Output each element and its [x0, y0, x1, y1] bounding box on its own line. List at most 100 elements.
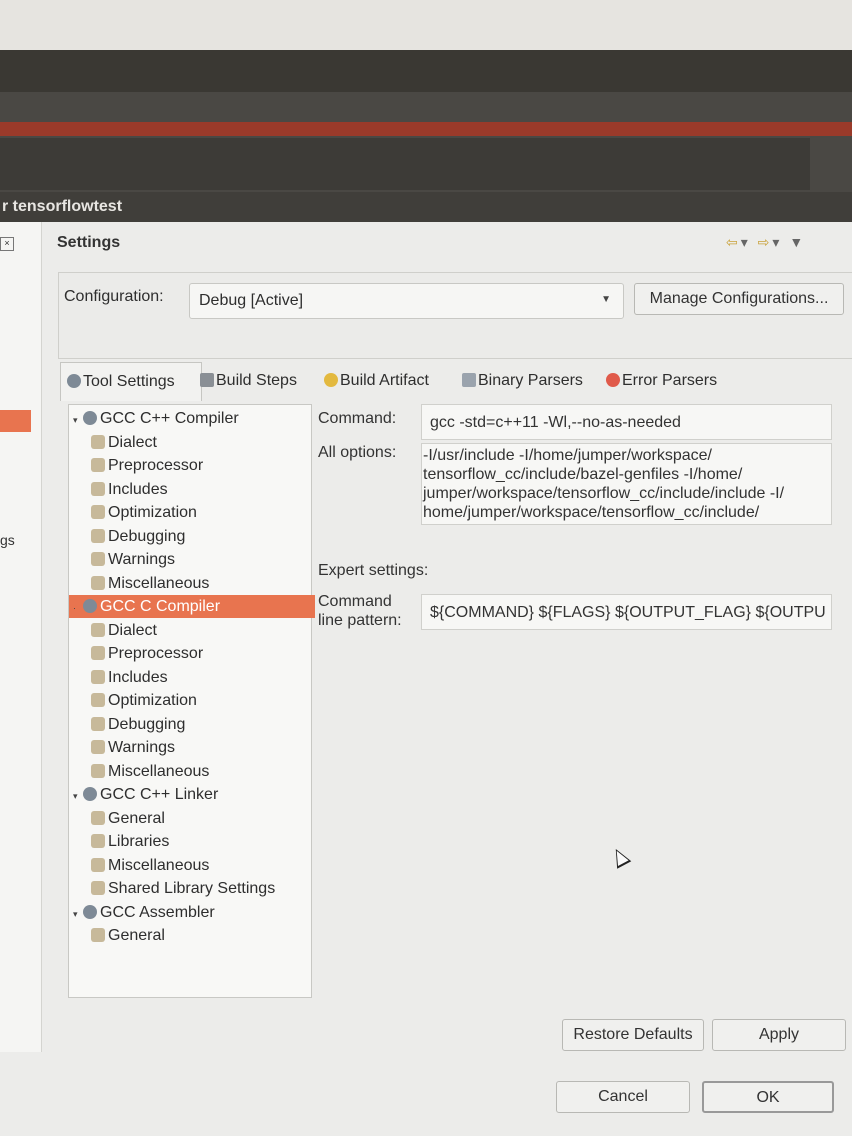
tree-option-item[interactable]: Miscellaneous [69, 572, 333, 595]
manage-configurations-button[interactable]: Manage Configurations... [634, 283, 844, 315]
tree-tool-item[interactable]: · GCC C Compiler [69, 595, 315, 618]
tree-option-item[interactable]: Includes [69, 666, 333, 689]
configuration-select[interactable]: Debug [Active] ▼ [189, 283, 624, 319]
tree-item-label: Dialect [108, 621, 157, 639]
all-options-field[interactable]: -I/usr/include -I/home/jumper/workspace/… [421, 443, 832, 525]
tree-option-item[interactable]: General [69, 924, 333, 947]
tree-option-item[interactable]: Warnings [69, 736, 333, 759]
command-label: Command: [318, 410, 397, 427]
option-page-icon [91, 646, 105, 660]
ok-button[interactable]: OK [702, 1081, 834, 1113]
command-line-pattern-label: Command line pattern: [318, 592, 402, 630]
tab-label: Tool Settings [83, 373, 175, 390]
tree-item-label: Miscellaneous [108, 574, 210, 592]
option-page-icon [91, 810, 105, 825]
tree-item-label: Dialect [108, 433, 157, 451]
expand-chevron-icon[interactable]: ▾ [73, 409, 83, 432]
tab-build-steps[interactable]: Build Steps [200, 362, 318, 400]
tree-tool-item[interactable]: ▾ GCC C++ Compiler [69, 407, 315, 430]
apply-button[interactable]: Apply [712, 1019, 846, 1051]
configuration-label: Configuration: [64, 288, 164, 305]
tree-option-item[interactable]: General [69, 807, 333, 830]
close-icon[interactable]: × [0, 237, 14, 251]
background-window-accent [0, 122, 852, 136]
tree-item-label: Shared Library Settings [108, 880, 276, 897]
tab-label: Build Steps [216, 372, 297, 389]
option-page-icon [91, 552, 105, 566]
tab-binary-parsers[interactable]: Binary Parsers [462, 362, 596, 400]
tree-option-item[interactable]: Miscellaneous [69, 854, 333, 877]
desktop-top-area [0, 0, 852, 50]
pattern-label-line: line pattern: [318, 612, 402, 629]
tree-option-item[interactable]: Miscellaneous [69, 760, 333, 783]
tree-option-item[interactable]: Preprocessor [69, 454, 333, 477]
tree-option-item[interactable]: Dialect [69, 619, 333, 642]
tree-item-label: Miscellaneous [108, 856, 210, 874]
tree-item-label: General [108, 927, 165, 944]
category-selected-item[interactable] [0, 410, 31, 432]
tree-item-label: Preprocessor [108, 457, 204, 474]
view-menu-icon[interactable]: ▼ [789, 234, 806, 250]
tree-tool-item[interactable]: ▾ GCC C++ Linker [69, 783, 315, 806]
expand-chevron-icon[interactable]: ▾ [73, 785, 83, 808]
desktop-panel [0, 50, 852, 92]
configuration-select-value: Debug [Active] [199, 292, 304, 309]
cancel-button[interactable]: Cancel [556, 1081, 690, 1113]
tree-option-item[interactable]: Optimization [69, 689, 333, 712]
tab-label: Binary Parsers [478, 372, 583, 389]
dialog-title: r tensorflowtest [0, 192, 852, 222]
tree-item-label: Libraries [108, 833, 170, 850]
command-line-pattern-field[interactable]: ${COMMAND} ${FLAGS} ${OUTPUT_FLAG} ${OUT… [421, 594, 832, 630]
expand-chevron-icon[interactable]: ▾ [73, 903, 83, 926]
tree-item-label: GCC C++ Linker [100, 786, 219, 803]
option-page-icon [91, 881, 105, 895]
pattern-label-line: Command [318, 593, 392, 610]
expert-settings-label: Expert settings: [318, 562, 429, 579]
build-artifact-icon [324, 373, 338, 387]
tab-error-parsers[interactable]: Error Parsers [606, 362, 736, 400]
tree-tool-item[interactable]: ▾ GCC Assembler [69, 901, 315, 924]
restore-defaults-button[interactable]: Restore Defaults [562, 1019, 704, 1051]
option-page-icon [91, 763, 105, 778]
background-toolbar [0, 138, 810, 190]
tree-option-item[interactable]: Preprocessor [69, 642, 333, 665]
tree-option-item[interactable]: Debugging [69, 525, 333, 548]
build-steps-icon [200, 373, 214, 387]
option-page-icon [91, 575, 105, 590]
tree-item-label: Optimization [108, 692, 197, 709]
option-page-icon [91, 458, 105, 472]
gear-icon [83, 904, 97, 919]
tree-item-label: Warnings [108, 739, 175, 756]
all-options-line: jumper/workspace/tensorflow_cc/include/i… [423, 485, 785, 502]
forward-menu-chevron-icon[interactable]: ▾ [772, 234, 782, 250]
tree-item-label: Debugging [108, 715, 186, 733]
tree-option-item[interactable]: Libraries [69, 830, 333, 853]
command-field[interactable]: gcc -std=c++11 -Wl,--no-as-needed [421, 404, 832, 440]
all-options-line: home/jumper/workspace/tensorflow_cc/incl… [423, 504, 760, 521]
option-page-icon [91, 857, 105, 872]
gear-icon [83, 411, 97, 425]
tree-item-label: Warnings [108, 551, 175, 568]
tree-option-item[interactable]: Shared Library Settings [69, 877, 333, 900]
option-page-icon [91, 505, 105, 519]
tree-item-label: GCC C++ Compiler [100, 410, 239, 427]
category-list [0, 222, 42, 1052]
tree-option-item[interactable]: Dialect [69, 431, 333, 454]
tree-bullet-icon[interactable]: · [73, 597, 83, 620]
back-menu-chevron-icon[interactable]: ▾ [741, 234, 751, 250]
tree-item-label: General [108, 809, 165, 827]
settings-tabs: Tool Settings Build Steps Build Artifact… [60, 362, 852, 402]
option-page-icon [91, 716, 105, 731]
tree-option-item[interactable]: Optimization [69, 501, 333, 524]
back-arrow-icon[interactable]: ⇦ [726, 234, 741, 250]
category-item-partial-label[interactable]: gs [0, 532, 15, 548]
tree-option-item[interactable]: Includes [69, 478, 333, 501]
forward-arrow-icon[interactable]: ⇨ [758, 234, 773, 250]
tree-item-label: Preprocessor [108, 645, 204, 662]
tab-tool-settings[interactable]: Tool Settings [60, 362, 202, 401]
tree-option-item[interactable]: Warnings [69, 548, 333, 571]
tree-option-item[interactable]: Debugging [69, 713, 333, 736]
tab-build-artifact[interactable]: Build Artifact [324, 362, 450, 400]
option-page-icon [91, 693, 105, 707]
page-title: Settings [57, 234, 121, 251]
